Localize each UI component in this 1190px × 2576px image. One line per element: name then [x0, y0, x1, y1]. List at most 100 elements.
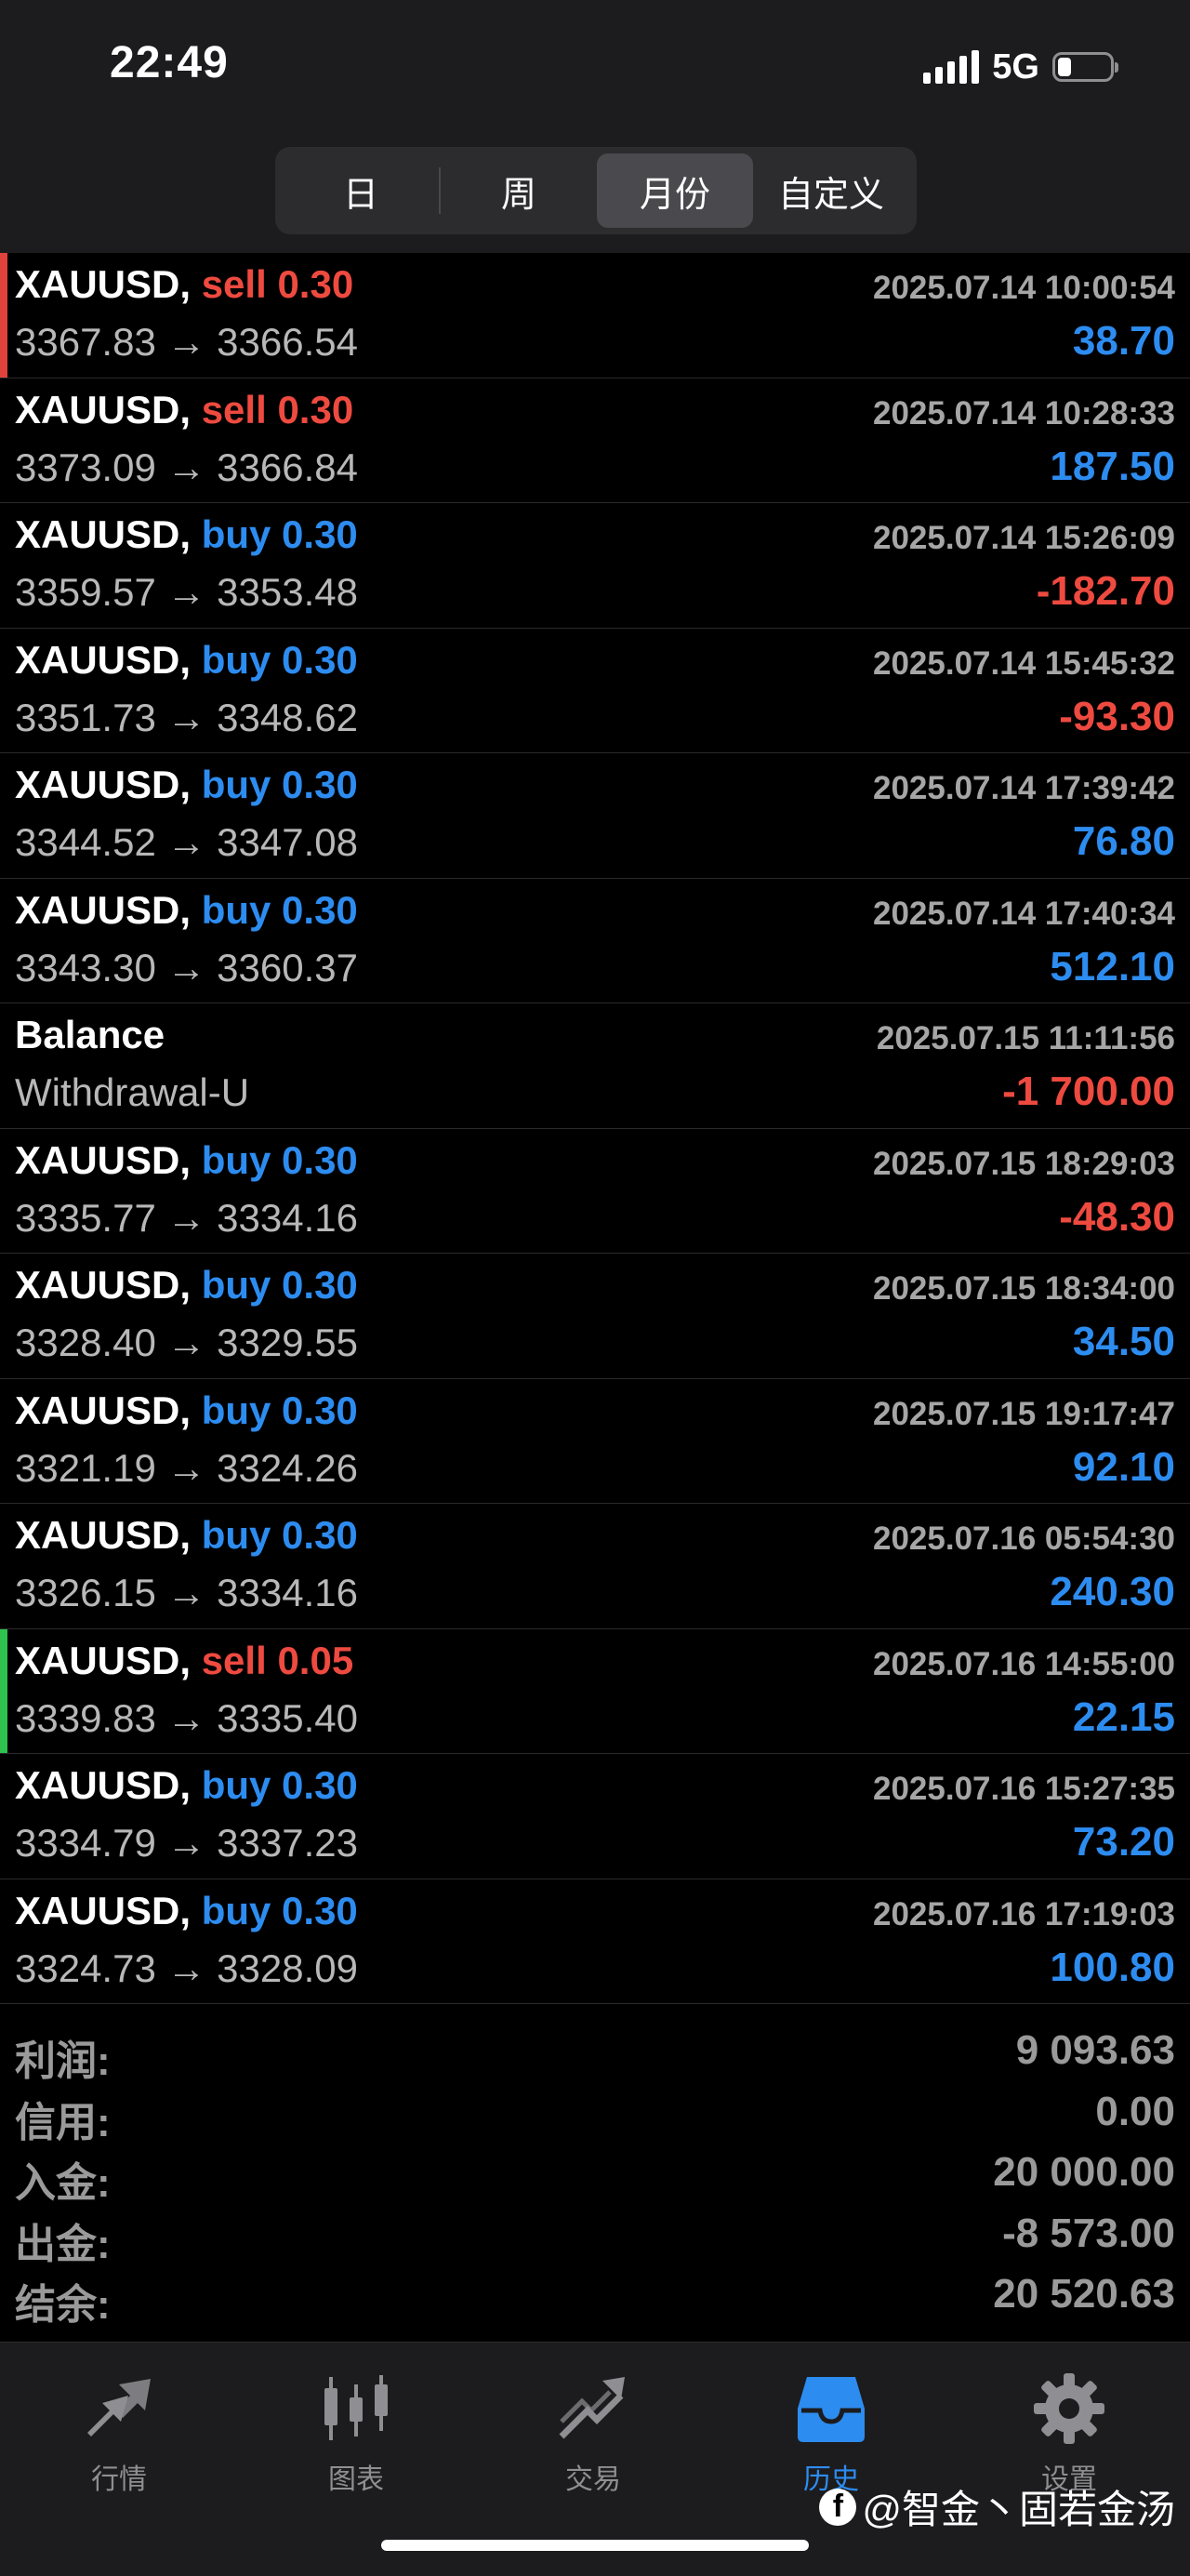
deal-timestamp: 2025.07.14 17:40:34	[873, 895, 1175, 932]
deal-row[interactable]: XAUUSD, sell 0.30 2025.07.14 10:00:54 3367…	[0, 253, 1190, 378]
deal-symbol: XAUUSD,	[15, 1638, 192, 1682]
deal-side: buy	[201, 512, 271, 556]
deal-volume: 0.30	[282, 1513, 358, 1557]
tab-week[interactable]: 周	[441, 153, 597, 228]
deal-timestamp: 2025.07.15 18:34:00	[873, 1270, 1175, 1307]
period-segmented-control: 日 周 月份 自定义	[275, 147, 917, 234]
deal-row[interactable]: XAUUSD, buy 0.30 2025.07.15 18:29:03 3335.…	[0, 1129, 1190, 1254]
tab-custom[interactable]: 自定义	[753, 153, 909, 228]
tab-trade[interactable]: 交易	[500, 2367, 686, 2497]
tab-charts[interactable]: 图表	[263, 2367, 449, 2497]
deal-side: buy	[201, 637, 271, 682]
deal-volume: 0.30	[282, 512, 358, 556]
deal-timestamp: 2025.07.15 19:17:47	[873, 1395, 1175, 1432]
deal-timestamp: 2025.07.14 15:45:32	[873, 644, 1175, 682]
watermark: f @智金丶固若金汤	[819, 2478, 1175, 2535]
deal-symbol: XAUUSD,	[15, 1263, 192, 1307]
deal-timestamp: 2025.07.15 18:29:03	[873, 1145, 1175, 1182]
row-marker	[0, 1003, 7, 1128]
deal-title: XAUUSD, sell 0.30	[15, 388, 353, 432]
deal-volume: 0.30	[282, 1263, 358, 1307]
deal-row[interactable]: XAUUSD, buy 0.30 2025.07.14 15:26:09 3359.…	[0, 503, 1190, 629]
deal-title: XAUUSD, buy 0.30	[15, 1388, 358, 1433]
deal-symbol: XAUUSD,	[15, 262, 192, 306]
row-marker	[0, 1254, 7, 1378]
deal-profit: 38.70	[1072, 318, 1175, 364]
deal-profit: -1 700.00	[1002, 1069, 1175, 1114]
deal-symbol: XAUUSD,	[15, 1763, 192, 1807]
deal-symbol: XAUUSD,	[15, 1388, 192, 1432]
deal-title: XAUUSD, buy 0.30	[15, 1513, 358, 1558]
deal-title: XAUUSD, buy 0.30	[15, 1889, 358, 1933]
deal-volume: 0.30	[282, 1763, 358, 1807]
deal-title: XAUUSD, buy 0.30	[15, 1138, 358, 1183]
deal-timestamp: 2025.07.14 10:00:54	[873, 270, 1175, 306]
deal-volume: 0.30	[282, 1137, 358, 1182]
deal-side: sell	[201, 262, 267, 306]
tab-quotes[interactable]: 行情	[26, 2367, 212, 2497]
deal-row[interactable]: XAUUSD, sell 0.05 2025.07.16 14:55:00 3339…	[0, 1628, 1190, 1754]
summary-value: 9 093.63	[1015, 2027, 1175, 2073]
deal-profit: 187.50	[1050, 443, 1175, 489]
tab-history[interactable]: 历史	[738, 2367, 924, 2497]
deal-profit: 512.10	[1050, 943, 1175, 989]
deal-prices: Withdrawal-U	[15, 1070, 250, 1114]
home-indicator[interactable]	[381, 2540, 809, 2551]
row-marker	[0, 1379, 7, 1504]
deal-row[interactable]: Balance 2025.07.15 11:11:56 Withdrawal-U -1…	[0, 1003, 1190, 1129]
trade-trend-icon	[500, 2367, 686, 2450]
deal-side: buy	[201, 1513, 271, 1557]
deal-prices: 3373.09 → 3366.84	[15, 445, 358, 489]
history-inbox-icon	[738, 2367, 924, 2450]
deal-row[interactable]: XAUUSD, buy 0.30 2025.07.15 18:34:00 3328.…	[0, 1254, 1190, 1379]
facebook-icon: f	[819, 2488, 857, 2526]
bottom-tab-bar: 行情 图表 交易 历史 设置 f @智金丶固若金汤	[0, 2342, 1190, 2576]
summary-row: 结余: 20 520.63	[0, 2264, 1190, 2328]
deal-title: XAUUSD, buy 0.30	[15, 512, 358, 557]
deal-profit: -182.70	[1036, 568, 1175, 614]
row-marker	[0, 1628, 7, 1753]
deal-timestamp: 2025.07.14 10:28:33	[873, 394, 1175, 432]
deal-row[interactable]: XAUUSD, buy 0.30 2025.07.16 05:54:30 3326.…	[0, 1504, 1190, 1629]
deal-symbol: Balance	[15, 1013, 165, 1056]
tab-day[interactable]: 日	[283, 153, 439, 228]
summary-label: 信用:	[15, 2099, 111, 2145]
deal-row[interactable]: XAUUSD, buy 0.30 2025.07.15 19:17:47 3321.…	[0, 1379, 1190, 1504]
status-indicators: 5G	[923, 45, 1118, 89]
deal-side: buy	[201, 887, 271, 932]
tab-month[interactable]: 月份	[597, 153, 753, 228]
row-marker	[0, 753, 7, 878]
deal-side: buy	[201, 1388, 271, 1432]
deal-side: buy	[201, 1763, 271, 1807]
quotes-arrows-icon	[26, 2367, 212, 2450]
row-marker	[0, 378, 7, 503]
account-summary: 利润: 9 093.63 信用: 0.00 入金: 20 000.00 出金: -8 573.…	[0, 2020, 1190, 2328]
header: 22:49 5G 日 周 月份 自定义	[0, 0, 1190, 253]
deal-title: XAUUSD, buy 0.30	[15, 1763, 358, 1808]
battery-level	[1058, 58, 1071, 76]
deal-profit: 92.10	[1072, 1443, 1175, 1490]
deal-volume: 0.30	[282, 887, 358, 932]
summary-label: 出金:	[15, 2221, 111, 2267]
deal-title: XAUUSD, sell 0.30	[15, 262, 353, 307]
battery-icon	[1052, 52, 1118, 82]
deal-timestamp: 2025.07.16 14:55:00	[873, 1645, 1175, 1682]
deal-timestamp: 2025.07.16 15:27:35	[873, 1771, 1175, 1807]
deal-symbol: XAUUSD,	[15, 887, 192, 932]
deal-row[interactable]: XAUUSD, buy 0.30 2025.07.14 15:45:32 3351.…	[0, 629, 1190, 753]
deal-title: XAUUSD, buy 0.30	[15, 888, 358, 933]
deal-row[interactable]: XAUUSD, buy 0.30 2025.07.16 15:27:35 3334.…	[0, 1754, 1190, 1879]
deal-row[interactable]: XAUUSD, buy 0.30 2025.07.14 17:39:42 3344.…	[0, 753, 1190, 879]
row-marker	[0, 1129, 7, 1254]
deal-title: XAUUSD, buy 0.30	[15, 1263, 358, 1308]
deal-volume: 0.30	[282, 1388, 358, 1432]
deal-prices: 3344.52 → 3347.08	[15, 820, 358, 864]
deal-row[interactable]: XAUUSD, sell 0.30 2025.07.14 10:28:33 3373…	[0, 378, 1190, 503]
deal-title: XAUUSD, buy 0.30	[15, 763, 358, 807]
deal-row[interactable]: XAUUSD, buy 0.30 2025.07.14 17:40:34 3343.…	[0, 879, 1190, 1003]
deal-symbol: XAUUSD,	[15, 512, 192, 556]
summary-row: 出金: -8 573.00	[0, 2203, 1190, 2267]
tab-settings[interactable]: 设置	[976, 2367, 1162, 2497]
deal-title: Balance	[15, 1013, 165, 1057]
deal-row[interactable]: XAUUSD, buy 0.30 2025.07.16 17:19:03 3324.…	[0, 1879, 1190, 2004]
